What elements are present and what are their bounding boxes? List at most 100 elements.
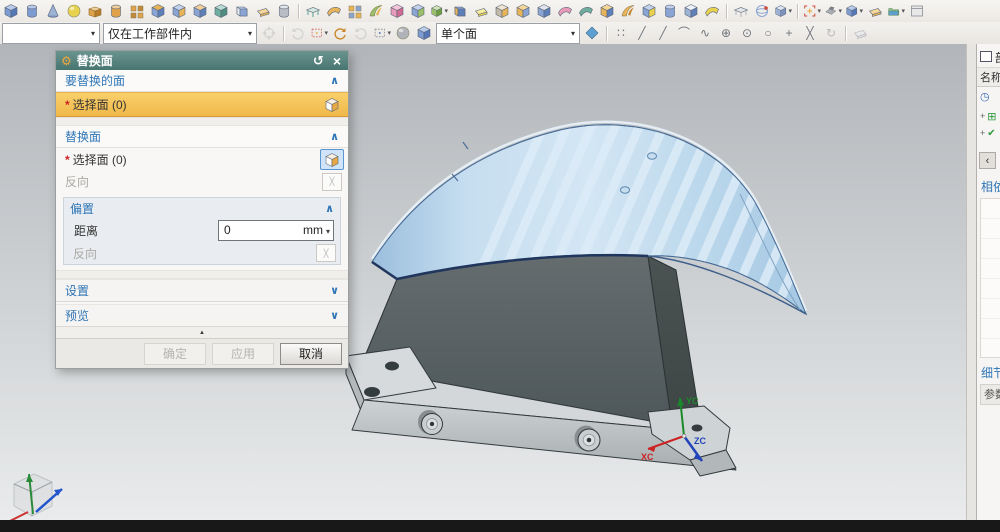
part-navigator-tab[interactable]: 部: [980, 49, 1000, 66]
chevron-down-icon[interactable]: [330, 309, 339, 322]
point-snap-icon[interactable]: +: [780, 24, 798, 42]
preview-section[interactable]: 预览: [56, 304, 348, 327]
offset-region-icon[interactable]: ▾: [430, 2, 448, 20]
dialog-close-icon[interactable]: [333, 53, 341, 69]
reverse-direction-icon[interactable]: [316, 244, 336, 262]
new-window-icon[interactable]: [908, 2, 926, 20]
endpoint-snap-icon[interactable]: ╱: [633, 24, 651, 42]
part-navigator-panel[interactable]: 部 名称 相依 细节 参数: [976, 44, 1000, 520]
dialog-reset-icon[interactable]: [313, 53, 324, 69]
distance-input[interactable]: 0 mm: [218, 219, 334, 241]
ok-button[interactable]: 确定: [144, 342, 206, 365]
snapshot-folder-icon[interactable]: ▾: [887, 2, 905, 20]
chevron-down-icon[interactable]: [330, 284, 339, 297]
apply-button[interactable]: 应用: [212, 342, 274, 365]
selection-scope-combo[interactable]: 仅在工作部件内 ▾: [103, 22, 257, 44]
sketch-icon[interactable]: [254, 2, 272, 20]
render-style-icon[interactable]: ▾: [824, 2, 842, 20]
graphics-window[interactable]: XC YC ZC 替换面: [0, 44, 1000, 520]
hole-icon[interactable]: [191, 2, 209, 20]
datum-plane-icon[interactable]: [233, 2, 251, 20]
history-mode-node[interactable]: [980, 90, 990, 103]
highlight-body-icon[interactable]: [394, 24, 412, 42]
subtract-icon[interactable]: [535, 2, 553, 20]
pole-snap-icon[interactable]: ∿: [696, 24, 714, 42]
mirror-feature-icon[interactable]: [640, 2, 658, 20]
rectangle-select-icon[interactable]: ▾: [373, 24, 391, 42]
dialog-collapse-handle[interactable]: [56, 327, 348, 338]
view-orient-icon[interactable]: ▾: [774, 2, 792, 20]
redo-selection-icon[interactable]: [331, 24, 349, 42]
undo-selection-icon[interactable]: [352, 24, 370, 42]
chevron-up-icon[interactable]: [330, 130, 339, 143]
rib-icon[interactable]: [212, 2, 230, 20]
replacement-face-select-row[interactable]: * 选择面 (0): [56, 148, 348, 171]
previous-selection-icon[interactable]: [289, 24, 307, 42]
selection-filter-icon[interactable]: [260, 24, 278, 42]
thicken-icon[interactable]: [556, 2, 574, 20]
background-icon[interactable]: [866, 2, 884, 20]
chevron-up-icon[interactable]: [325, 202, 334, 215]
scroll-left-button[interactable]: [979, 152, 996, 169]
solid-select-icon[interactable]: [415, 24, 433, 42]
block-icon[interactable]: [2, 2, 20, 20]
tree-expand-icon[interactable]: [980, 111, 985, 122]
sphere-icon[interactable]: [65, 2, 83, 20]
settings-section[interactable]: 设置: [56, 279, 348, 302]
details-section-label[interactable]: 细节: [981, 364, 1000, 381]
model-views-node[interactable]: [980, 110, 996, 123]
midpoint-snap-icon[interactable]: ╱: [654, 24, 672, 42]
rotate-point-icon[interactable]: ↻: [822, 24, 840, 42]
quadrant-snap-icon[interactable]: ⊕: [717, 24, 735, 42]
unite-icon[interactable]: [514, 2, 532, 20]
unit-dropdown-caret-icon[interactable]: [326, 223, 330, 237]
model-history-node[interactable]: [980, 128, 996, 139]
capture-region-icon[interactable]: ▾: [310, 24, 328, 42]
dependencies-section-label[interactable]: 相依: [981, 178, 1000, 195]
reuse-library-icon[interactable]: [451, 2, 469, 20]
trim-body-icon[interactable]: [598, 2, 616, 20]
delete-face-icon[interactable]: [388, 2, 406, 20]
measure-icon[interactable]: [753, 2, 771, 20]
fit-view-icon[interactable]: ▾: [803, 2, 821, 20]
pattern-geometry-icon[interactable]: [661, 2, 679, 20]
extrude-icon[interactable]: [304, 2, 322, 20]
section-replacement-face[interactable]: 替换面: [56, 126, 348, 148]
pull-face-icon[interactable]: [472, 2, 490, 20]
offset-group-header[interactable]: 偏置: [64, 198, 340, 218]
section-faces-to-replace[interactable]: 要替换的面: [56, 70, 348, 92]
dialog-titlebar[interactable]: 替换面: [56, 51, 348, 70]
face-rule-combo[interactable]: 单个面 ▾: [436, 22, 580, 44]
move-face-icon[interactable]: [409, 2, 427, 20]
bounded-plane-icon[interactable]: [325, 2, 343, 20]
emboss-icon[interactable]: [128, 2, 146, 20]
pattern-feature-icon[interactable]: [346, 2, 364, 20]
arc-center-snap-icon[interactable]: ⊙: [738, 24, 756, 42]
shaded-cube-icon[interactable]: ▾: [845, 2, 863, 20]
split-body-icon[interactable]: [619, 2, 637, 20]
direction-toggle-icon[interactable]: [583, 24, 601, 42]
offset-face-icon[interactable]: [493, 2, 511, 20]
thread-icon[interactable]: [275, 2, 293, 20]
face-select-cube-icon-active[interactable]: [320, 149, 344, 170]
dependencies-list[interactable]: [980, 198, 1000, 358]
target-face-select-row[interactable]: * 选择面 (0): [56, 92, 348, 117]
emboss-sheet-icon[interactable]: [703, 2, 721, 20]
control-point-snap-icon[interactable]: ⌒: [675, 24, 693, 42]
chevron-up-icon[interactable]: [330, 74, 339, 87]
cone-icon[interactable]: [44, 2, 62, 20]
cylinder-icon[interactable]: [23, 2, 41, 20]
tree-expand-icon[interactable]: [980, 128, 985, 139]
circle-center-snap-icon[interactable]: ○: [759, 24, 777, 42]
intersection-snap-icon[interactable]: ╳: [801, 24, 819, 42]
sweep-icon[interactable]: [367, 2, 385, 20]
plane-tool-icon[interactable]: [851, 24, 869, 42]
reverse-direction-icon[interactable]: [322, 172, 342, 191]
pocket-icon[interactable]: [149, 2, 167, 20]
datum-csys-icon[interactable]: [732, 2, 750, 20]
boss-icon[interactable]: [107, 2, 125, 20]
dialog-menu-gear-icon[interactable]: [61, 54, 77, 68]
assembly-cut-icon[interactable]: [682, 2, 700, 20]
navigator-name-column-header[interactable]: 名称: [977, 67, 1000, 87]
shell-icon[interactable]: [86, 2, 104, 20]
